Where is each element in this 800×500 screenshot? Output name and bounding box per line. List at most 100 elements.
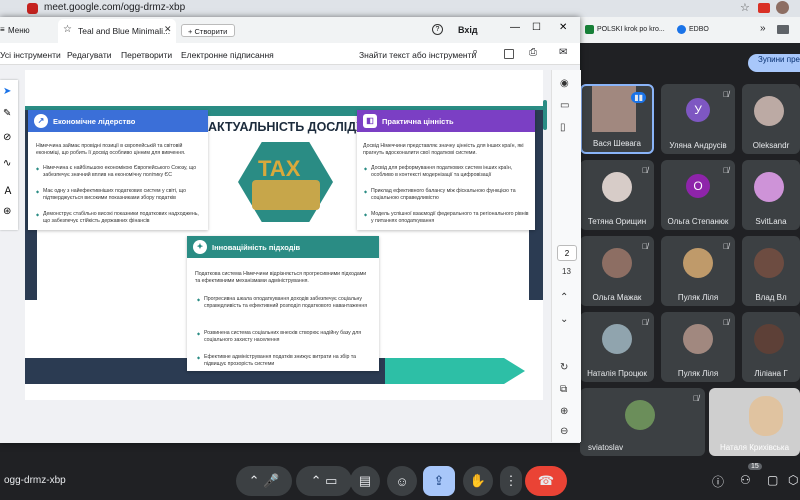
- participant-name: Вася Шевага: [593, 139, 641, 148]
- help-icon[interactable]: ?: [432, 24, 443, 35]
- emoji-button[interactable]: ☺: [387, 466, 417, 496]
- card-intro: Податкова система Німеччини відрізняєтьс…: [195, 271, 367, 284]
- maximize-icon[interactable]: ☐: [532, 22, 541, 33]
- annotation-toolbar: ➤ ✎ ⊘ ∿ Ａ ⊛: [0, 80, 18, 230]
- puzzle-icon: ◧: [363, 114, 377, 128]
- participant-name: sviatoslav: [588, 443, 624, 452]
- menu-convert[interactable]: Перетворити: [121, 50, 172, 60]
- mic-off-icon: 🎙̸: [723, 242, 729, 251]
- page-up-icon[interactable]: ⌃: [560, 292, 568, 303]
- text-icon[interactable]: Ａ: [3, 182, 13, 197]
- activities-icon[interactable]: ⬡: [788, 473, 798, 487]
- leave-call-button[interactable]: ☎: [525, 466, 567, 496]
- create-button[interactable]: + Створити: [181, 24, 235, 37]
- participant-photo: [754, 172, 784, 202]
- mail-icon[interactable]: ✉: [559, 47, 567, 58]
- card-heading: ✦ Інноваційність підходів: [187, 236, 379, 258]
- mic-button[interactable]: ⌃ 🎤: [236, 466, 292, 496]
- participant-tile[interactable]: ▮▮ Вася Шевага: [580, 84, 654, 154]
- find-tools-label[interactable]: Знайти текст або інструменти: [359, 50, 476, 60]
- save-icon[interactable]: [504, 49, 514, 59]
- folder-icon[interactable]: [777, 25, 789, 34]
- menu-all-tools[interactable]: Усі інструменти: [0, 50, 61, 60]
- card-bullet: Німеччина є найбільшою економікою Європе…: [36, 165, 203, 179]
- chat-icon[interactable]: ▢: [767, 473, 778, 487]
- participant-tile[interactable]: Влад Вл: [742, 236, 800, 306]
- document-tab[interactable]: ☆ Teal and Blue Minimali... ✕: [58, 19, 176, 43]
- people-icon[interactable]: ⚇: [740, 473, 751, 487]
- more-options-button[interactable]: ⋮: [500, 466, 522, 496]
- participant-tile[interactable]: 🎙̸ Наталія Процюк: [580, 312, 654, 382]
- card-title: Інноваційність підходів: [212, 242, 301, 252]
- comment-icon[interactable]: ✎: [3, 108, 11, 119]
- card-bullet: Розвинена система соціальних внесків ств…: [197, 330, 374, 344]
- participant-photo: [602, 248, 632, 278]
- participant-photo: [683, 248, 713, 278]
- participant-tile[interactable]: 🎙̸ sviatoslav: [580, 388, 705, 456]
- close-window-icon[interactable]: ✕: [559, 22, 567, 33]
- page-down-icon[interactable]: ⌄: [560, 314, 568, 325]
- bookmark-icon: [585, 25, 594, 34]
- participant-tile[interactable]: 🎙̸ Пуляк Ліля: [661, 312, 735, 382]
- present-button[interactable]: ⇪: [423, 466, 455, 496]
- menu-edit[interactable]: Редагувати: [67, 50, 111, 60]
- chevron-right-icon[interactable]: »: [760, 23, 766, 34]
- stop-presenting-button[interactable]: Зупини презент: [748, 54, 800, 72]
- participant-name: Ольга Мажак: [592, 293, 642, 302]
- login-link[interactable]: Вхід: [458, 25, 478, 35]
- bookmark-polski[interactable]: POLSKI krok po kro...: [597, 26, 665, 33]
- print-icon[interactable]: ⎙: [529, 47, 537, 58]
- mic-off-icon: 🎙̸: [693, 394, 699, 403]
- card-intro: Досвід Німеччини представляє значну цінн…: [363, 143, 524, 156]
- participant-tile[interactable]: 🎙̸ Ольга Мажак: [580, 236, 654, 306]
- captions-button[interactable]: ▤: [350, 466, 380, 496]
- bookmark-edbo[interactable]: EDBO: [689, 26, 709, 33]
- copy-icon[interactable]: ⧉: [560, 384, 567, 395]
- menu-label[interactable]: Меню: [8, 26, 30, 35]
- participant-tile[interactable]: 🎙̸ Тетяна Орищин: [580, 160, 654, 230]
- url-field[interactable]: meet.google.com/ogg-drmz-xbp: [44, 2, 185, 13]
- menu-esign[interactable]: Електронне підписання: [181, 50, 274, 60]
- participant-tile[interactable]: У 🎙̸ Уляна Андрусів: [661, 84, 735, 154]
- zoom-in-icon[interactable]: ⊕: [560, 406, 568, 417]
- card-bullet: Досвід для реформування податкових систе…: [364, 165, 531, 179]
- chart-icon: ↗: [34, 114, 48, 128]
- participant-photo: [754, 324, 784, 354]
- camera-button[interactable]: ⌃ ▭: [296, 466, 352, 496]
- pdf-menu-bar: Усі інструменти Редагувати Перетворити Е…: [0, 43, 580, 65]
- draw-icon[interactable]: ∿: [3, 158, 11, 169]
- search-icon[interactable]: ⌕: [472, 46, 478, 59]
- bookmark-edbo-icon: [677, 25, 686, 34]
- participant-photo: [749, 396, 783, 436]
- highlight-icon[interactable]: ⊘: [3, 132, 11, 143]
- cursor-icon[interactable]: ➤: [3, 86, 11, 97]
- ai-icon[interactable]: ◉: [560, 78, 569, 89]
- participant-tile[interactable]: Ліліана Г: [742, 312, 800, 382]
- participant-tile[interactable]: О 🎙̸ Ольга Степанюк: [661, 160, 735, 230]
- scrollbar[interactable]: [543, 100, 547, 130]
- page-number-box[interactable]: 2: [557, 245, 577, 261]
- comment-panel-icon[interactable]: ▭: [560, 100, 569, 111]
- profile-avatar[interactable]: [776, 1, 789, 14]
- card-title: Економічне лідерство: [53, 116, 136, 126]
- zoom-out-icon[interactable]: ⊖: [560, 426, 568, 437]
- minimize-icon[interactable]: —: [510, 22, 520, 33]
- participant-tile[interactable]: SvitLana: [742, 160, 800, 230]
- browser-address-bar: meet.google.com/ogg-drmz-xbp ☆: [0, 0, 800, 17]
- star-icon[interactable]: ☆: [63, 24, 72, 35]
- participant-avatar: У: [686, 98, 710, 122]
- participant-tile[interactable]: 🎙̸ Пуляк Ліля: [661, 236, 735, 306]
- info-icon[interactable]: ⓘ: [712, 473, 724, 490]
- raise-hand-button[interactable]: ✋: [463, 466, 493, 496]
- menu-icon[interactable]: ≡: [0, 25, 5, 34]
- star-icon[interactable]: ☆: [740, 1, 750, 14]
- extension-icon[interactable]: [758, 3, 770, 13]
- participant-tile[interactable]: Наталя Крихівська: [709, 388, 800, 456]
- stamp-icon[interactable]: ⊛: [3, 206, 11, 217]
- close-tab-icon[interactable]: ✕: [164, 24, 172, 35]
- tax-coins: [252, 180, 320, 210]
- slide-page: АКТУАЛЬНІСТЬ ДОСЛІДЖЕННЯ TAX ↗ Економічн…: [25, 70, 543, 400]
- refresh-icon[interactable]: ↻: [560, 362, 568, 373]
- participant-tile[interactable]: Oleksandr: [742, 84, 800, 154]
- bookmark-panel-icon[interactable]: ▯: [560, 122, 566, 133]
